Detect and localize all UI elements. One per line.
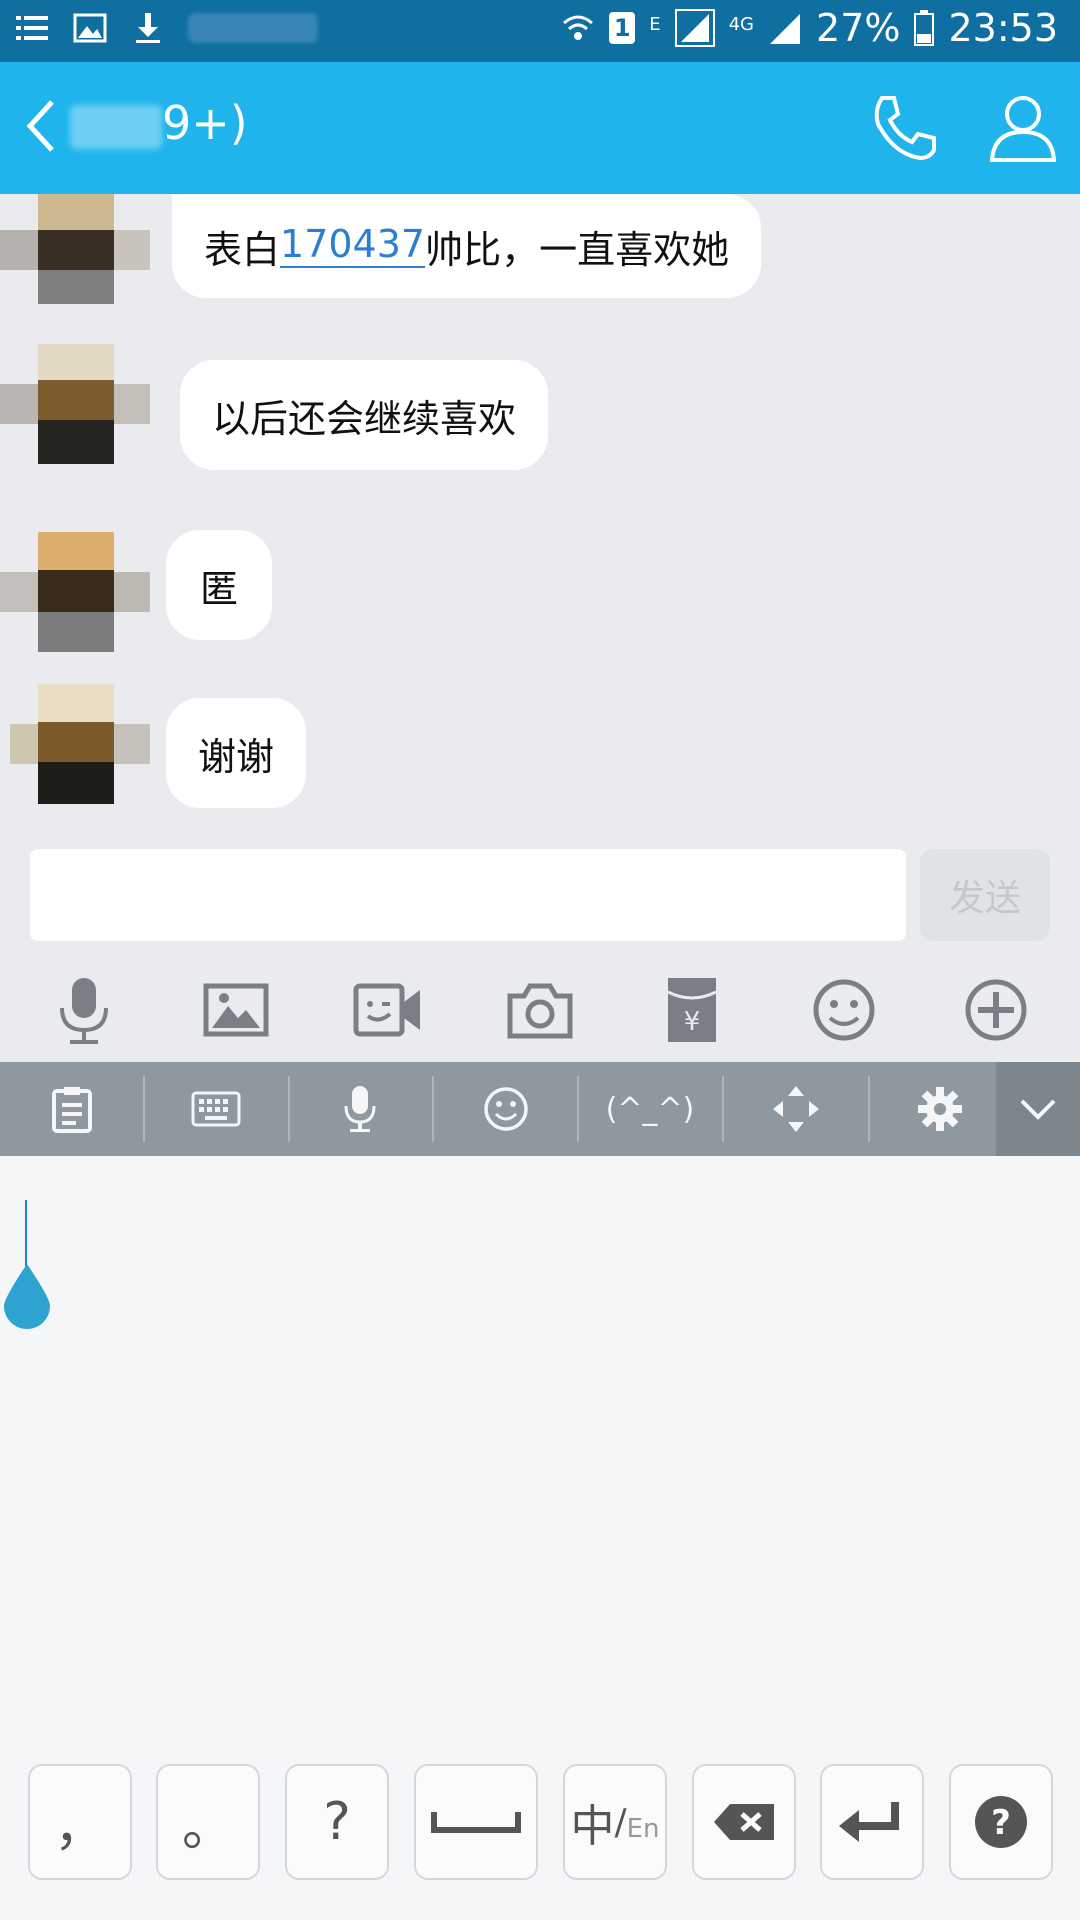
chevron-down-icon xyxy=(1020,1099,1056,1120)
microphone-icon xyxy=(344,1086,376,1132)
svg-text:¥: ¥ xyxy=(684,1007,701,1037)
image-icon[interactable] xyxy=(200,974,272,1046)
emoji-keyboard-button[interactable] xyxy=(436,1062,576,1156)
avatar[interactable] xyxy=(0,684,150,804)
blurred-notification xyxy=(188,13,318,43)
keyboard-layout-button[interactable] xyxy=(146,1062,286,1156)
key-label: ? xyxy=(323,1792,351,1852)
cursor-move-icon xyxy=(773,1086,819,1132)
phone-call-icon[interactable] xyxy=(868,92,940,164)
period-key[interactable]: 。 xyxy=(156,1764,260,1880)
avatar[interactable] xyxy=(0,532,150,652)
help-key[interactable]: ? xyxy=(949,1764,1053,1880)
comma-key[interactable]: ， xyxy=(28,1764,132,1880)
message-input[interactable] xyxy=(30,849,906,941)
sim-slot-badge: 1 xyxy=(609,12,636,44)
download-notification-icon xyxy=(136,13,160,43)
status-bar: 1 E 4G 27% 23:53 xyxy=(0,0,1080,62)
avatar[interactable] xyxy=(0,194,150,304)
key-label: 。 xyxy=(181,1797,234,1858)
smiley-icon xyxy=(484,1087,528,1131)
divider xyxy=(432,1076,434,1142)
message-number-link[interactable]: 170437 xyxy=(280,223,426,268)
clipboard-icon xyxy=(52,1087,92,1133)
key-label: ， xyxy=(53,1797,106,1858)
keyboard-toolbar: (^_^) xyxy=(0,1062,1080,1156)
gear-icon xyxy=(918,1087,962,1131)
chat-title: 9+) xyxy=(70,96,248,150)
clipboard-button[interactable] xyxy=(2,1062,142,1156)
lang-en-label: En xyxy=(626,1814,660,1844)
cursor-move-button[interactable] xyxy=(726,1062,866,1156)
enter-icon xyxy=(839,1802,899,1842)
keyboard-icon xyxy=(191,1091,241,1127)
redacted-name xyxy=(70,104,162,149)
video-call-icon[interactable] xyxy=(352,974,424,1046)
list-notification-icon xyxy=(16,16,48,40)
clock: 23:53 xyxy=(948,6,1058,50)
enter-key[interactable] xyxy=(820,1764,924,1880)
space-key[interactable] xyxy=(414,1764,538,1880)
message-text: 匿 xyxy=(200,566,239,611)
backspace-key[interactable] xyxy=(692,1764,796,1880)
message-text: 表白 xyxy=(204,227,281,272)
collapse-keyboard-button[interactable] xyxy=(996,1062,1080,1156)
lang-slash: / xyxy=(614,1801,627,1843)
send-button[interactable]: 发送 xyxy=(920,849,1050,941)
chat-header: 9+) xyxy=(0,62,1080,194)
divider xyxy=(143,1076,145,1142)
emoticon-button[interactable]: (^_^) xyxy=(580,1062,720,1156)
image-notification-icon xyxy=(73,13,107,43)
text-cursor xyxy=(25,1200,27,1268)
network-e-label: E xyxy=(649,14,661,35)
keyboard-settings-button[interactable] xyxy=(870,1062,1010,1156)
avatar[interactable] xyxy=(0,344,150,464)
message-text: 谢谢 xyxy=(198,734,275,779)
red-packet-icon[interactable]: ¥ xyxy=(656,974,728,1046)
backspace-icon xyxy=(714,1804,774,1840)
message-bubble[interactable]: 谢谢 xyxy=(166,698,307,808)
battery-icon xyxy=(914,10,935,46)
back-arrow-icon[interactable] xyxy=(22,96,62,156)
emoji-icon[interactable] xyxy=(808,974,880,1046)
chat-toolbar: ¥ xyxy=(0,956,1080,1062)
message-text: 以后还会继续喜欢 xyxy=(212,396,517,441)
language-switch-key[interactable]: 中 / En xyxy=(563,1764,667,1880)
camera-icon[interactable] xyxy=(504,974,576,1046)
signal-1-icon xyxy=(674,9,715,47)
voice-input-button[interactable] xyxy=(290,1062,430,1156)
network-4g-label: 4G xyxy=(728,14,755,35)
help-icon: ? xyxy=(975,1796,1027,1848)
message-bubble[interactable]: 以后还会继续喜欢 xyxy=(180,360,549,470)
lang-zh-label: 中 xyxy=(570,1801,615,1852)
cursor-handle-icon[interactable] xyxy=(0,1262,54,1330)
group-profile-icon[interactable] xyxy=(988,92,1058,164)
plus-icon[interactable] xyxy=(960,974,1032,1046)
emoticon-label: (^_^) xyxy=(605,1091,695,1127)
member-count: 9+) xyxy=(162,96,248,150)
battery-percent: 27% xyxy=(816,6,901,50)
message-text: 帅比，一直喜欢她 xyxy=(425,227,730,272)
wifi-icon xyxy=(563,15,594,40)
divider xyxy=(577,1076,579,1142)
divider xyxy=(722,1076,724,1142)
microphone-icon[interactable] xyxy=(48,974,120,1046)
signal-2-icon xyxy=(770,14,801,44)
message-bubble[interactable]: 匿 xyxy=(166,530,273,640)
space-icon xyxy=(431,1812,521,1833)
question-key[interactable]: ? xyxy=(285,1764,389,1880)
svg-text:?: ? xyxy=(991,1803,1011,1843)
message-bubble[interactable]: 表白 170437 帅比，一直喜欢她 xyxy=(172,194,762,298)
